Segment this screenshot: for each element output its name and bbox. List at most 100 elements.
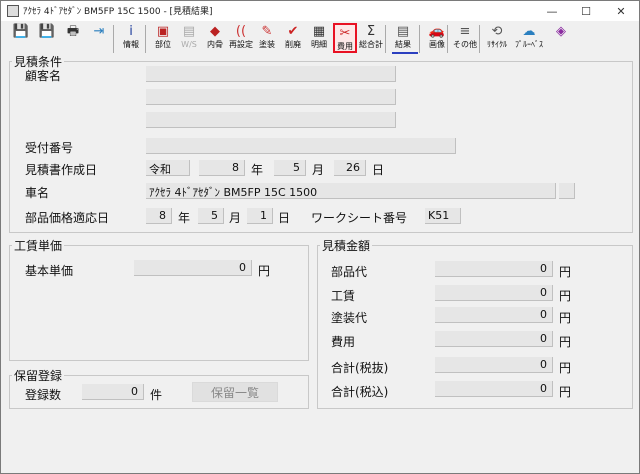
toolbar-separator [479,25,480,53]
base-rate-field[interactable]: 0 [134,260,252,276]
toolbar-parts-button[interactable]: ▣ 部位 [151,23,175,53]
quote-row-unit: 円 [559,361,572,375]
toolbar-detail-button[interactable]: ▦ 明細 [307,23,331,53]
quote-row-unit: 円 [559,289,572,303]
customer-name-line-2[interactable] [146,89,396,105]
quote-row-unit: 円 [559,265,572,279]
toolbar-internal-button[interactable]: ◆ 内骨 [203,23,227,53]
detail-icon: ▦ [312,24,326,39]
vehicle-label: 車名 [25,186,50,200]
created-month-field[interactable]: 5 [274,160,306,176]
toolbar-paint-label: 塗装 [259,40,275,49]
quote-row-value[interactable]: 0 [435,307,553,323]
toolbar-proofnet-label: ﾌﾟﾙｰﾍﾞｽ [515,40,543,49]
price-day-field[interactable]: 1 [247,208,273,224]
quote-row-value[interactable]: 0 [435,285,553,301]
customer-name-line-1[interactable] [146,66,396,82]
toolbar-total-label: 総合計 [359,40,383,49]
created-month-unit: 月 [312,163,325,177]
recalc-icon: (( [235,24,247,39]
save-icon: 💾 [12,24,30,39]
info-icon: i [129,24,133,39]
reception-label: 受付番号 [25,141,74,155]
toolbar-proofnet-button[interactable]: ☁ ﾌﾟﾙｰﾍﾞｽ [515,23,543,53]
save-as-icon: 💾 [38,24,56,39]
extra-icon: ◈ [556,24,566,39]
reception-number-field[interactable] [146,138,456,154]
toolbar-save-button[interactable]: 💾 [9,23,33,53]
quote-row-value[interactable]: 0 [435,261,553,277]
toolbar-print-button[interactable]: 🖶 [61,23,85,53]
toolbar-disposal-button[interactable]: ✔ 削廃 [281,23,305,53]
toolbar-cost-button[interactable]: ✂ 費用 [333,23,357,53]
created-day-field[interactable]: 26 [334,160,366,176]
toolbar-separator [447,25,448,53]
price-year-unit: 年 [178,211,191,225]
era-field[interactable]: 令和 [146,160,190,176]
toolbar-detail-label: 明細 [311,40,327,49]
labor-rate-legend: 工賃単価 [14,239,63,253]
quote-row-value[interactable]: 0 [435,381,553,397]
created-year-field[interactable]: 8 [199,160,245,176]
base-rate-unit: 円 [258,264,271,278]
toolbar-paint-button[interactable]: ✎ 塗装 [255,23,279,53]
toolbar-separator [113,25,114,53]
labor-rate-group: 工賃単価 [9,237,309,361]
toolbar-cost-label: 費用 [337,42,353,51]
customer-name-line-3[interactable] [146,112,396,128]
maximize-button[interactable]: ☐ [569,1,603,21]
quote-amount-legend: 見積金額 [322,239,371,253]
toolbar-result-label: 結果 [395,40,411,49]
toolbar-recycle-button[interactable]: ⟲ ﾘｻｲｸﾙ [485,23,509,53]
toolbar-info-button[interactable]: i 情報 [119,23,143,53]
toolbar-result-button[interactable]: ▤ 結果 [391,23,415,53]
ws-icon: ▤ [182,24,196,39]
price-month-unit: 月 [229,211,242,225]
close-button[interactable]: ✕ [604,1,638,21]
cost-icon: ✂ [339,26,351,41]
recycle-icon: ⟲ [491,24,503,39]
internal-icon: ◆ [210,24,220,39]
toolbar-image-button[interactable]: 🚗 画像 [425,23,449,53]
quote-row-label: 工賃 [331,289,356,303]
quote-row-unit: 円 [559,385,572,399]
toolbar-recalc-button[interactable]: ((再設定 [229,23,253,53]
disposal-icon: ✔ [287,24,299,39]
toolbar-internal-label: 内骨 [207,40,223,49]
app-icon [7,5,19,17]
toolbar-extra-button[interactable]: ◈ [549,23,573,53]
result-icon: ▤ [396,24,410,39]
hold-list-button[interactable]: 保留一覧 [192,382,278,402]
quote-row-label: 塗装代 [331,311,368,325]
price-month-field[interactable]: 5 [198,208,224,224]
quote-row-value[interactable]: 0 [435,357,553,373]
proofnet-icon: ☁ [522,24,536,39]
toolbar-total-button[interactable]: Σ 総合計 [359,23,383,53]
toolbar-parts-label: 部位 [155,40,171,49]
toolbar-other-label: その他 [453,40,477,49]
toolbar-separator [145,25,146,53]
quote-row-label: 合計(税抜) [331,361,389,375]
toolbar-disposal-label: 削廃 [285,40,301,49]
vehicle-name-field[interactable]: ｱｸｾﾗ 4ﾄﾞｱｾﾀﾞﾝ BM5FP 15C 1500 [146,183,556,199]
toolbar-exit-button[interactable]: ⇥ [87,23,111,53]
vehicle-extra-field[interactable] [559,183,575,199]
minimize-button[interactable]: — [535,1,569,21]
toolbar-separator [419,25,420,53]
worksheet-number-field[interactable]: K51 [425,208,461,224]
base-rate-label: 基本単価 [25,264,74,278]
price-year-field[interactable]: 8 [146,208,172,224]
toolbar-other-button[interactable]: ≡ その他 [453,23,477,53]
quote-row-label: 合計(税込) [331,385,389,399]
quote-row-value[interactable]: 0 [435,331,553,347]
hold-count-field[interactable]: 0 [82,384,144,400]
title-bar: ｱｸｾﾗ 4ﾄﾞｱｾﾀﾞﾝ BM5FP 15C 1500 - [見積結果] — … [1,1,639,21]
created-date-label: 見積書作成日 [25,163,98,177]
quote-row-label: 費用 [331,335,356,349]
toolbar-ws-label: W/S [181,40,197,49]
window-title: ｱｸｾﾗ 4ﾄﾞｱｾﾀﾞﾝ BM5FP 15C 1500 - [見積結果] [23,7,213,17]
toolbar-ws-button[interactable]: ▤ W/S [177,23,201,53]
toolbar-save-as-button[interactable]: 💾 [35,23,59,53]
main-window: ｱｸｾﾗ 4ﾄﾞｱｾﾀﾞﾝ BM5FP 15C 1500 - [見積結果] — … [0,0,640,474]
quote-row-unit: 円 [559,335,572,349]
